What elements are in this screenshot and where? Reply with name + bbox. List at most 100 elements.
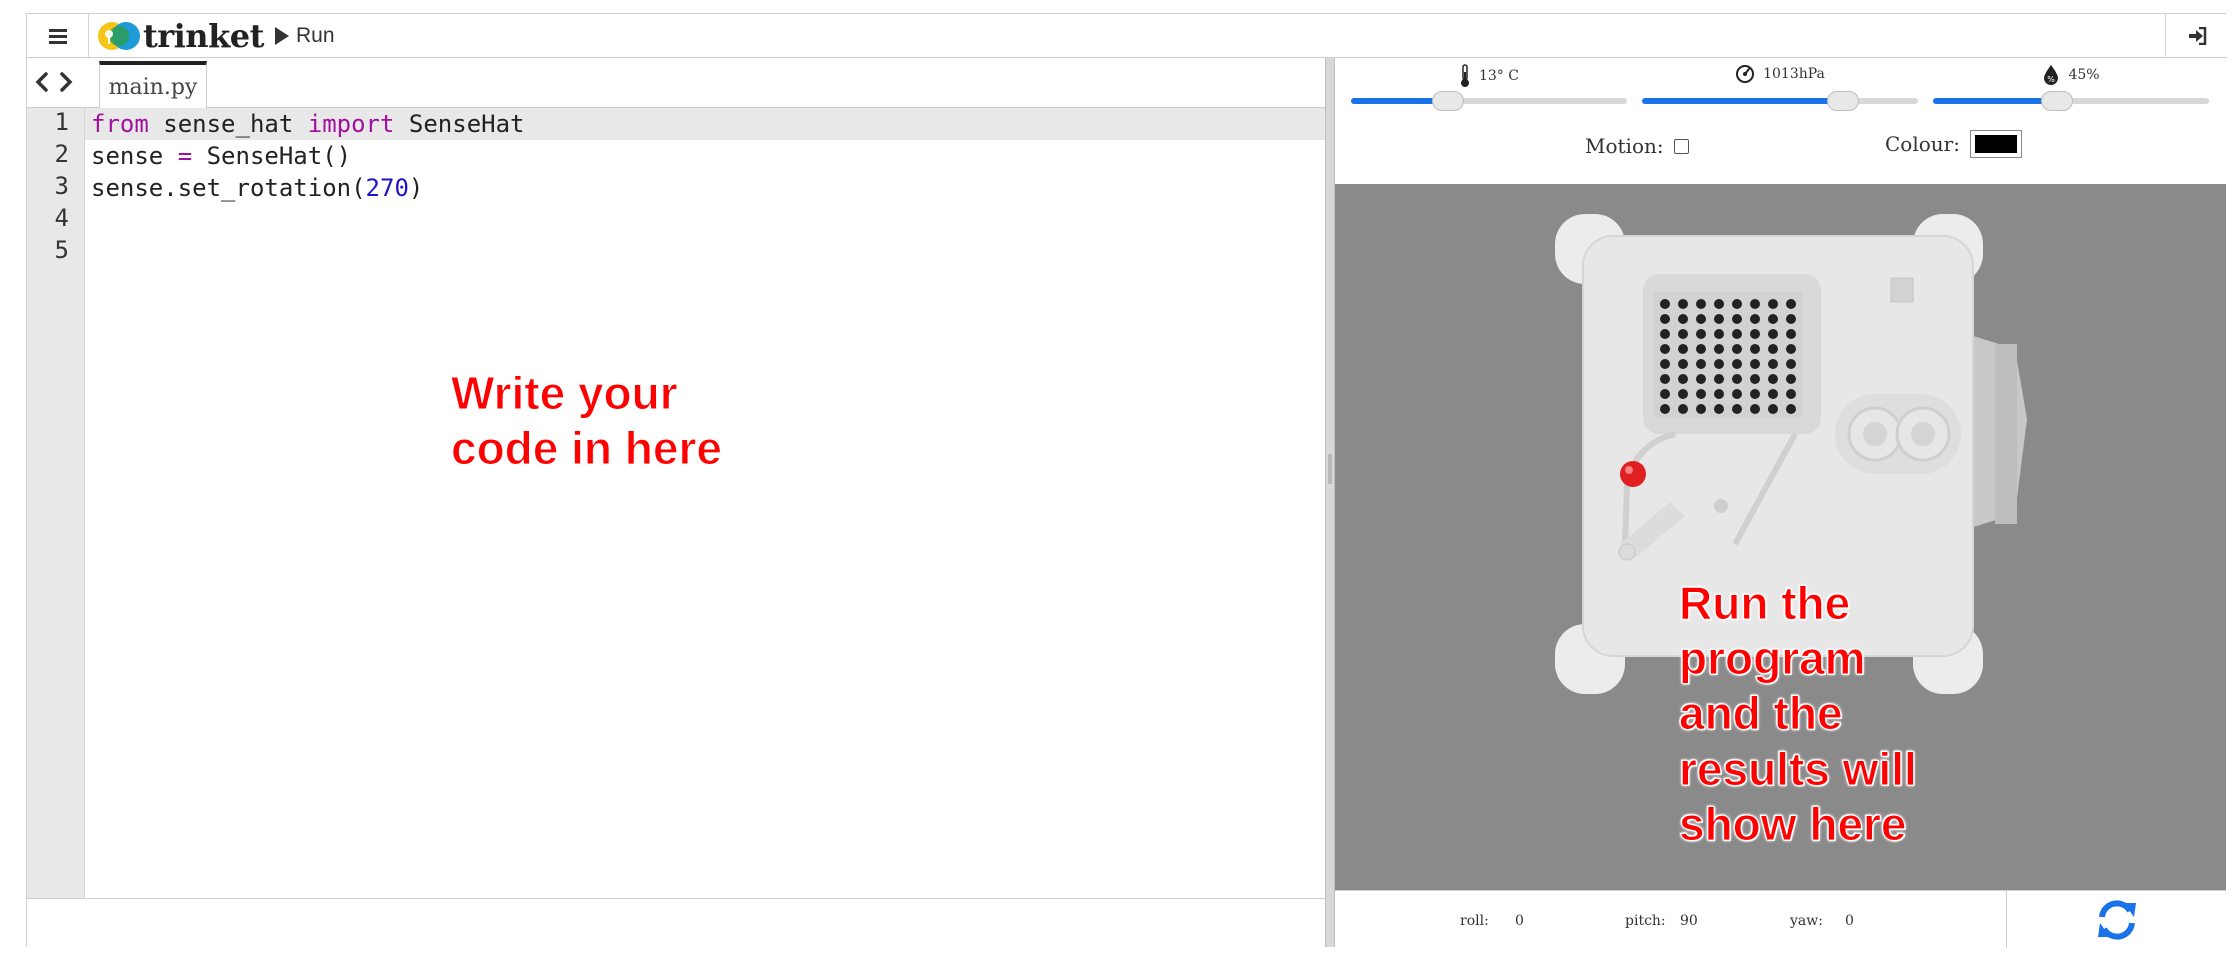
run-button[interactable]: Run: [275, 22, 335, 50]
led-pixel: [1750, 299, 1760, 309]
led-pixel: [1768, 329, 1778, 339]
humidity-track[interactable]: [1933, 91, 2209, 111]
menu-button[interactable]: [27, 14, 89, 57]
led-pixel: [1786, 329, 1796, 339]
code-line[interactable]: from sense_hat import SenseHat: [91, 108, 525, 140]
roll-readout: roll: 0: [1460, 913, 1625, 929]
code-text-area[interactable]: from sense_hat import SenseHat sense = S…: [85, 108, 1325, 898]
humidity-knob[interactable]: [2041, 91, 2074, 111]
led-pixel: [1732, 344, 1742, 354]
colour-swatch-fill: [1974, 135, 2017, 153]
led-pixel: [1696, 314, 1706, 324]
pressure-knob[interactable]: [1827, 91, 1860, 111]
temperature-track[interactable]: [1351, 91, 1627, 111]
led-pixel: [1714, 374, 1724, 384]
motion-control: Motion:: [1585, 134, 1689, 158]
led-pixel: [1732, 299, 1742, 309]
led-pixel: [1678, 299, 1688, 309]
play-icon: [275, 27, 289, 45]
led-pixel: [1768, 374, 1778, 384]
code-text: sense: [91, 142, 178, 170]
motion-checkbox[interactable]: [1673, 138, 1689, 154]
login-icon: [2188, 26, 2206, 45]
pressure-slider[interactable]: 1013hPa: [1642, 58, 1918, 118]
led-pixel: [1768, 404, 1778, 414]
login-button[interactable]: [2165, 14, 2227, 57]
top-bar: trinket Run: [27, 14, 2227, 58]
led-pixel: [1696, 389, 1706, 399]
trinket-logo[interactable]: trinket: [97, 17, 264, 55]
led-pixel: [1786, 404, 1796, 414]
run-label: Run: [296, 24, 335, 47]
annotation-line: Write your: [451, 366, 679, 419]
led-pixel: [1786, 314, 1796, 324]
file-tab-main-py[interactable]: main.py: [99, 61, 207, 109]
line-number: 3: [54, 172, 69, 200]
led-pixel: [1660, 374, 1670, 384]
app-name: trinket: [143, 17, 264, 55]
led-pixel: [1768, 359, 1778, 369]
annotation-line: code in here: [451, 422, 723, 475]
editor-annotation: Write your code in here: [451, 366, 771, 476]
pitch-readout: pitch: 90: [1625, 913, 1790, 929]
led-pixel: [1660, 359, 1670, 369]
temperature-label: 13° C: [1351, 64, 1627, 88]
temperature-knob[interactable]: [1431, 91, 1464, 111]
led-pixel: [1732, 374, 1742, 384]
line-number: 4: [54, 204, 69, 232]
pressure-track[interactable]: [1642, 91, 1918, 111]
line-number-gutter: 1 2 3 4 5: [27, 108, 85, 898]
led-pixel: [1768, 344, 1778, 354]
led-pixel: [1660, 299, 1670, 309]
orientation-bar: roll: 0 pitch: 90 yaw: 0: [1335, 890, 2226, 948]
code-operator: =: [177, 142, 193, 170]
line-number: 1: [54, 108, 69, 136]
code-line[interactable]: sense.set_rotation(270): [91, 172, 423, 204]
led-pixel: [1732, 404, 1742, 414]
code-arrows-icon: [35, 72, 73, 92]
trinket-app: trinket Run main.py 1 2 3 4 5 from sense…: [26, 13, 2227, 948]
stage-annotation: Run the program and the results will sho…: [1679, 576, 1959, 852]
humidity-label: % 45%: [1933, 64, 2209, 86]
code-toggle-button[interactable]: [33, 70, 75, 94]
led-pixel: [1714, 389, 1724, 399]
sensor-controls: 13° C 1013hPa % 45% Motion: Colour:: [1335, 58, 2226, 184]
humidity-slider[interactable]: % 45%: [1933, 58, 2209, 118]
led-pixel: [1696, 359, 1706, 369]
reset-orientation-button[interactable]: [2006, 891, 2226, 948]
line-number: 5: [54, 236, 69, 264]
led-pixel: [1786, 299, 1796, 309]
annotation-line: Run the: [1679, 576, 1851, 629]
led-pixel: [1750, 314, 1760, 324]
panel-splitter[interactable]: [1325, 58, 1335, 947]
led-pixel: [1786, 374, 1796, 384]
led-pixel: [1750, 389, 1760, 399]
colour-control: Colour:: [1885, 130, 2022, 158]
led-pixel: [1660, 314, 1670, 324]
splitter-grip[interactable]: [1328, 454, 1332, 484]
led-pixel: [1750, 374, 1760, 384]
led-pixel: [1732, 314, 1742, 324]
annotation-line: results will: [1679, 742, 1918, 795]
colour-picker[interactable]: [1969, 130, 2022, 158]
led-pixel: [1714, 404, 1724, 414]
code-text: ): [408, 174, 424, 202]
led-pixel: [1660, 404, 1670, 414]
svg-text:%: %: [2048, 75, 2056, 84]
pressure-label: 1013hPa: [1642, 64, 1918, 84]
code-line[interactable]: sense = SenseHat(): [91, 140, 351, 172]
pressure-gauge-icon: [1736, 65, 1755, 83]
annotation-line: program: [1679, 632, 1867, 685]
led-pixel: [1714, 299, 1724, 309]
code-number: 270: [365, 174, 409, 202]
led-pixel: [1786, 359, 1796, 369]
editor-footer: [27, 898, 1325, 947]
temperature-slider[interactable]: 13° C: [1351, 58, 1627, 118]
led-pixel: [1714, 329, 1724, 339]
led-pixel: [1732, 329, 1742, 339]
line-number: 2: [54, 140, 69, 168]
led-pixel: [1678, 344, 1688, 354]
code-text: sense_hat: [148, 110, 308, 138]
led-pixel: [1696, 374, 1706, 384]
humidity-drop-icon: %: [2044, 65, 2059, 85]
